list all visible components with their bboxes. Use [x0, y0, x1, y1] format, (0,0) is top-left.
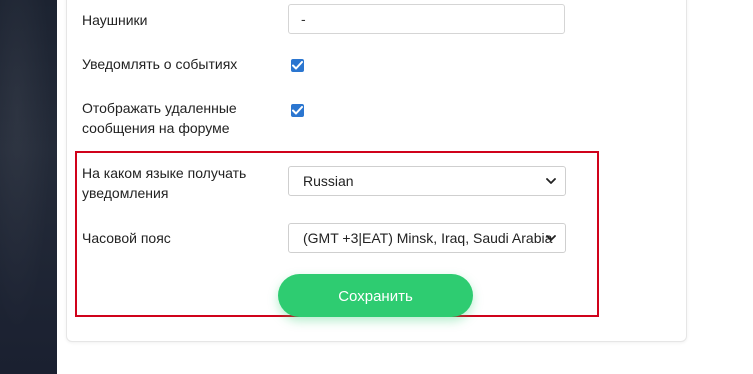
notify-language-label-line2: уведомления — [82, 185, 169, 201]
page: Наушники - Уведомлять о событиях Отображ… — [0, 0, 753, 374]
notify-events-checkbox[interactable] — [291, 59, 304, 72]
show-deleted-label: Отображать удаленные сообщения на форуме — [82, 98, 237, 138]
show-deleted-checkbox[interactable] — [291, 104, 304, 117]
notify-events-label: Уведомлять о событиях — [82, 56, 238, 72]
timezone-selected-value: (GMT +3|EAT) Minsk, Iraq, Saudi Arabia — [303, 230, 553, 246]
headphones-label: Наушники — [82, 12, 148, 28]
notify-language-select[interactable]: Russian — [288, 166, 566, 196]
show-deleted-label-line1: Отображать удаленные — [82, 100, 237, 116]
notify-language-selected-value: Russian — [303, 173, 354, 189]
background-panel — [0, 0, 57, 374]
notify-language-label-line1: На каком языке получать — [82, 165, 247, 181]
headphones-input[interactable]: - — [288, 4, 565, 34]
timezone-select[interactable]: (GMT +3|EAT) Minsk, Iraq, Saudi Arabia — [288, 223, 566, 253]
show-deleted-label-line2: сообщения на форуме — [82, 120, 230, 136]
timezone-label: Часовой пояс — [82, 230, 171, 246]
check-icon — [292, 61, 303, 70]
chevron-down-icon — [546, 178, 556, 184]
notify-language-label: На каком языке получать уведомления — [82, 163, 246, 203]
chevron-down-icon — [546, 235, 556, 241]
check-icon — [292, 106, 303, 115]
save-button[interactable]: Сохранить — [278, 274, 473, 317]
